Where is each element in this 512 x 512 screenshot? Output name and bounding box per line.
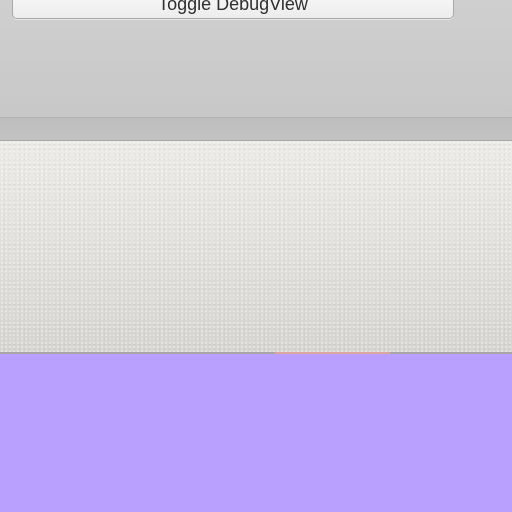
- textured-panel: [0, 141, 512, 353]
- content-area[interactable]: [0, 354, 512, 512]
- top-panel: Toggle DebugView: [0, 0, 512, 117]
- panel-divider: [0, 117, 512, 141]
- toggle-debugview-button[interactable]: Toggle DebugView: [12, 0, 454, 19]
- app-screen: Toggle DebugView: [0, 0, 512, 512]
